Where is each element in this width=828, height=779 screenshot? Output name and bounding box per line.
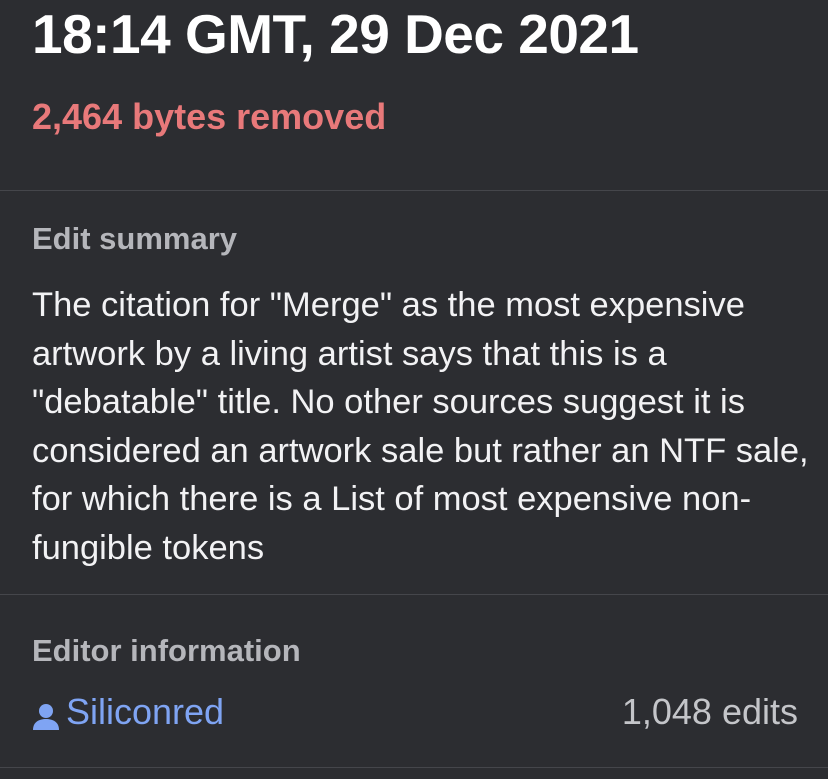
bytes-change-label: 2,464 bytes removed	[32, 96, 387, 137]
editor-username: Siliconred	[66, 691, 225, 732]
revision-header: 18:14 GMT, 29 Dec 2021 2,464 bytes remov…	[0, 0, 828, 191]
edit-summary-text: The citation for "Merge" as the most exp…	[32, 286, 809, 567]
revision-timestamp: 18:14 GMT, 29 Dec 2021	[32, 3, 639, 65]
editor-row: Siliconred 1,048 edits	[32, 691, 798, 739]
edit-count: 1,048 edits	[621, 691, 798, 732]
editor-information-heading: Editor information	[32, 633, 301, 668]
edit-summary-section: Edit summary The citation for "Merge" as…	[0, 191, 828, 595]
editor-information-section: Editor information Siliconred 1,048 edit…	[0, 595, 828, 768]
edit-summary-heading: Edit summary	[32, 221, 238, 256]
editor-user-link[interactable]: Siliconred	[32, 691, 224, 733]
user-icon	[32, 698, 60, 730]
